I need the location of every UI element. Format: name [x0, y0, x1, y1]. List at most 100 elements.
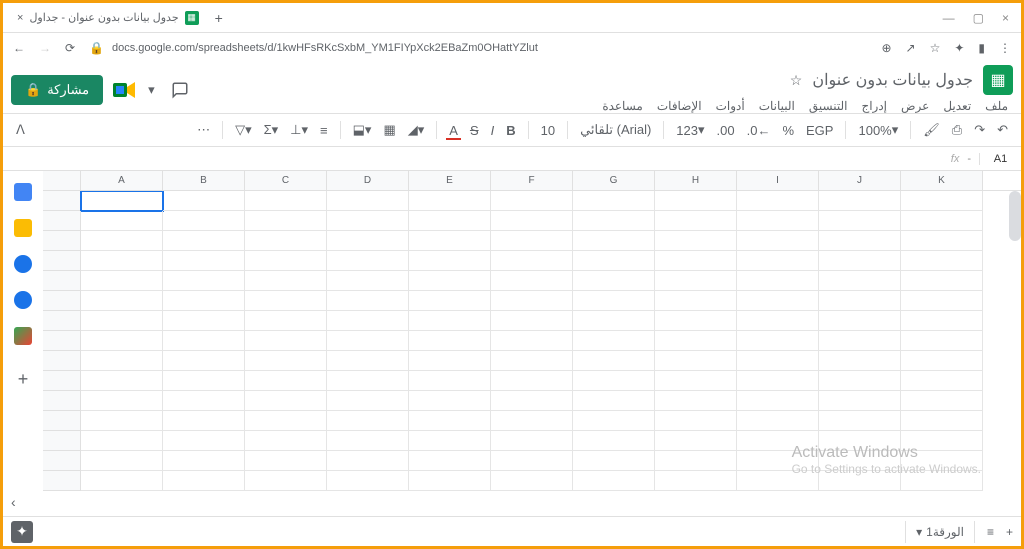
- cell[interactable]: [819, 211, 901, 231]
- menu-insert[interactable]: إدراج: [858, 97, 890, 115]
- row-header[interactable]: [43, 431, 81, 451]
- tasks-icon[interactable]: [14, 255, 32, 273]
- cell[interactable]: [163, 231, 245, 251]
- cell[interactable]: [245, 231, 327, 251]
- maximize-icon[interactable]: ▢: [973, 11, 984, 25]
- cell[interactable]: [245, 251, 327, 271]
- cell[interactable]: [737, 351, 819, 371]
- row-header[interactable]: [43, 191, 81, 211]
- row-header[interactable]: [43, 391, 81, 411]
- cell[interactable]: [245, 431, 327, 451]
- cell[interactable]: [491, 391, 573, 411]
- cell[interactable]: [245, 351, 327, 371]
- bold-icon[interactable]: B: [503, 120, 518, 141]
- cell[interactable]: [655, 271, 737, 291]
- cell[interactable]: [81, 291, 163, 311]
- cell[interactable]: [245, 471, 327, 491]
- cell[interactable]: [737, 191, 819, 211]
- cell[interactable]: [409, 391, 491, 411]
- cell[interactable]: [409, 351, 491, 371]
- sheet-tab-menu-icon[interactable]: ▾: [916, 525, 922, 539]
- filter-icon[interactable]: ▽▾: [232, 119, 255, 141]
- col-header[interactable]: H: [655, 171, 737, 190]
- cell[interactable]: [655, 191, 737, 211]
- row-header[interactable]: [43, 251, 81, 271]
- cell[interactable]: [491, 191, 573, 211]
- cell[interactable]: [163, 271, 245, 291]
- cell[interactable]: [901, 391, 983, 411]
- row-header[interactable]: [43, 231, 81, 251]
- cell[interactable]: [163, 371, 245, 391]
- bookmark-icon[interactable]: ☆: [930, 41, 941, 55]
- cell[interactable]: [737, 331, 819, 351]
- cell[interactable]: [163, 211, 245, 231]
- vertical-scrollbar[interactable]: [1009, 191, 1021, 241]
- cell[interactable]: [409, 411, 491, 431]
- cell[interactable]: [409, 331, 491, 351]
- number-format[interactable]: 123 ▾: [673, 119, 707, 141]
- cell[interactable]: [573, 431, 655, 451]
- cell[interactable]: [573, 471, 655, 491]
- cell[interactable]: [573, 191, 655, 211]
- cell[interactable]: [163, 411, 245, 431]
- cell[interactable]: [901, 311, 983, 331]
- cell[interactable]: [491, 371, 573, 391]
- cell[interactable]: [491, 291, 573, 311]
- strike-icon[interactable]: S: [467, 120, 482, 141]
- cell[interactable]: [409, 251, 491, 271]
- maps-icon[interactable]: [14, 327, 32, 345]
- cell[interactable]: [491, 431, 573, 451]
- cell[interactable]: [409, 451, 491, 471]
- decrease-decimal[interactable]: .0←: [744, 120, 774, 141]
- cell[interactable]: [737, 211, 819, 231]
- cell[interactable]: [819, 311, 901, 331]
- cell[interactable]: [245, 371, 327, 391]
- col-header[interactable]: D: [327, 171, 409, 190]
- cell[interactable]: [245, 391, 327, 411]
- menu-file[interactable]: ملف: [982, 97, 1011, 115]
- cell[interactable]: [901, 231, 983, 251]
- redo-icon[interactable]: ↷: [971, 119, 988, 141]
- cell[interactable]: [655, 251, 737, 271]
- add-panel-icon[interactable]: +: [18, 369, 29, 390]
- cell[interactable]: [655, 351, 737, 371]
- meet-dropdown-icon[interactable]: ▾: [145, 79, 158, 101]
- cell[interactable]: [573, 231, 655, 251]
- sheet-tab[interactable]: ▾ الورقة1: [905, 521, 975, 543]
- cell[interactable]: [163, 331, 245, 351]
- cell[interactable]: [81, 391, 163, 411]
- text-color-icon[interactable]: A: [446, 120, 461, 140]
- minimize-icon[interactable]: —: [943, 11, 955, 25]
- row-header[interactable]: [43, 371, 81, 391]
- cell[interactable]: [655, 211, 737, 231]
- cell[interactable]: [655, 431, 737, 451]
- cell[interactable]: [81, 411, 163, 431]
- insert-link-icon[interactable]: ⊥▾: [287, 119, 311, 141]
- cell[interactable]: [573, 451, 655, 471]
- cell[interactable]: [491, 351, 573, 371]
- col-header[interactable]: C: [245, 171, 327, 190]
- cell[interactable]: [819, 231, 901, 251]
- cell[interactable]: [491, 311, 573, 331]
- collapse-sidepanel-icon[interactable]: ‹: [11, 494, 16, 510]
- browser-tab[interactable]: ▦ جدول بيانات بدون عنوان - جداول ×: [9, 7, 207, 29]
- cell[interactable]: [819, 191, 901, 211]
- close-tab-icon[interactable]: ×: [17, 12, 23, 24]
- row-header[interactable]: [43, 331, 81, 351]
- currency-format[interactable]: EGP: [803, 120, 836, 141]
- cell[interactable]: [409, 291, 491, 311]
- cell[interactable]: [491, 271, 573, 291]
- cell[interactable]: [327, 191, 409, 211]
- cell[interactable]: [81, 191, 163, 211]
- cell[interactable]: [81, 311, 163, 331]
- cell[interactable]: [327, 251, 409, 271]
- cell[interactable]: [245, 291, 327, 311]
- cell[interactable]: [901, 291, 983, 311]
- cell[interactable]: [327, 211, 409, 231]
- close-window-icon[interactable]: ×: [1002, 11, 1009, 25]
- cell[interactable]: [327, 431, 409, 451]
- all-sheets-icon[interactable]: ≡: [987, 525, 994, 539]
- new-tab-button[interactable]: +: [215, 10, 223, 26]
- cell[interactable]: [81, 471, 163, 491]
- cell[interactable]: [737, 271, 819, 291]
